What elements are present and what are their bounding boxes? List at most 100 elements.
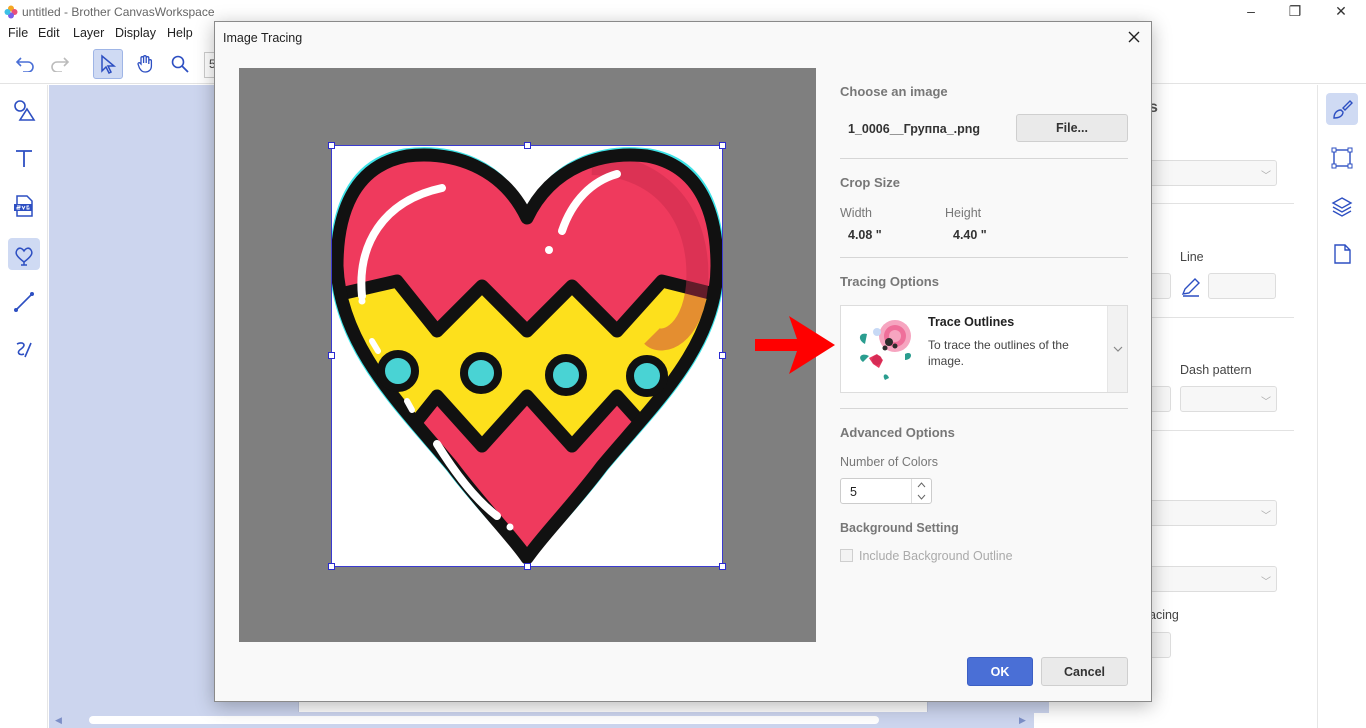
svg-file-icon [14,195,33,217]
pan-tool-button[interactable] [130,49,160,79]
close-icon [1128,31,1140,43]
menu-file[interactable]: File [8,26,28,40]
divider [840,158,1128,159]
divider [840,408,1128,409]
tracing-options-heading: Tracing Options [840,274,939,289]
pointer-icon [101,54,117,74]
transform-icon [1331,147,1353,169]
crop-handle-top-left[interactable] [328,142,335,149]
dash-pattern-label: Dash pattern [1180,363,1252,377]
tab-layers[interactable] [1326,190,1358,222]
menu-help[interactable]: Help [167,26,193,40]
close-window-button[interactable]: ✕ [1318,0,1364,24]
select-tool-button[interactable] [93,49,123,79]
text-tool-button[interactable] [8,142,40,174]
crop-handle-bottom-right[interactable] [719,563,726,570]
scroll-left-icon[interactable]: ◀ [55,715,62,726]
dialog-title: Image Tracing [223,31,303,45]
scroll-thumb[interactable] [89,716,879,724]
crop-handle-bottom-left[interactable] [328,563,335,570]
chevron-down-icon[interactable] [917,494,926,500]
crop-handle-right[interactable] [719,352,726,359]
horizontal-scrollbar[interactable]: ◀ ▶ [49,712,1034,728]
redo-icon [51,57,70,72]
freehand-icon [16,342,32,358]
panel-dropdown-2[interactable] [1149,500,1277,526]
minimize-button[interactable]: – [1228,0,1274,24]
redo-button[interactable] [45,49,75,79]
stepper-arrows[interactable] [911,479,931,503]
hand-icon [137,55,153,73]
file-button[interactable]: File... [1016,114,1128,142]
height-label: Height [945,206,982,220]
shapes-icon [14,100,36,121]
svg-import-button[interactable] [8,190,40,222]
panel-spinner-partial[interactable] [1149,386,1171,412]
number-of-colors-label: Number of Colors [840,455,938,469]
crop-handle-bottom[interactable] [524,563,531,570]
image-tracing-button[interactable] [8,238,40,270]
crop-handle-top-right[interactable] [719,142,726,149]
image-tracing-dialog: Image Tracing Choose an image 1_0006__Гр… [214,21,1152,702]
crop-handle-left[interactable] [328,352,335,359]
tab-transform[interactable] [1326,142,1358,174]
page-icon [1334,244,1351,264]
scroll-right-icon[interactable]: ▶ [1019,715,1026,726]
pen-icon[interactable] [1180,277,1202,297]
search-icon [171,55,189,73]
red-arrow-icon [755,316,835,374]
line-color-field[interactable] [1208,273,1276,299]
number-of-colors-stepper[interactable]: 5 [840,478,932,504]
include-background-checkbox[interactable] [840,549,853,562]
divider [1149,317,1294,318]
heart-image [332,147,722,566]
width-label: Width [840,206,872,220]
restore-button[interactable]: ❐ [1272,0,1318,24]
divider [1149,430,1294,431]
crop-handle-top[interactable] [524,142,531,149]
panel-dropdown-3[interactable] [1149,566,1277,592]
crop-frame[interactable] [328,142,726,570]
menu-edit[interactable]: Edit [38,26,60,40]
paint-brush-icon [1333,100,1353,119]
trace-option-description: To trace the outlines of the image. [928,338,1069,368]
chevron-down-icon: ﹀ [1261,511,1271,522]
panel-field-partial[interactable] [1149,273,1171,299]
line-tool-button[interactable] [8,286,40,318]
tab-line-fill[interactable] [1326,93,1358,125]
number-of-colors-value: 5 [850,485,857,499]
chevron-up-icon[interactable] [917,482,926,488]
spacing-label-partial: acing [1149,608,1179,622]
crop-size-heading: Crop Size [840,175,900,190]
width-value: 4.08 " [848,228,882,242]
zoom-tool-button[interactable] [165,49,195,79]
line-icon [14,292,34,312]
divider [1149,203,1294,204]
spacing-spinner-partial[interactable] [1149,632,1171,658]
text-icon [16,150,32,167]
ok-button[interactable]: OK [967,657,1033,686]
trace-option-title: Trace Outlines [928,315,1015,329]
dialog-close-button[interactable] [1123,26,1145,48]
include-background-label: Include Background Outline [859,549,1013,563]
chevron-down-icon: ﹀ [1261,171,1271,182]
height-value: 4.40 " [953,228,987,242]
chevron-down-icon: ﹀ [1261,397,1271,408]
right-tab-bar [1317,85,1366,728]
menu-layer[interactable]: Layer [73,26,104,40]
left-toolbar [0,85,48,728]
undo-button[interactable] [10,49,40,79]
image-filename: 1_0006__Группа_.png [848,122,981,136]
tab-page[interactable] [1326,238,1358,270]
menu-display[interactable]: Display [115,26,156,40]
tracing-option-dropdown[interactable]: Trace Outlines To trace the outlines of … [840,305,1128,393]
trace-icon [15,247,33,266]
shapes-tool-button[interactable] [8,94,40,126]
cancel-button[interactable]: Cancel [1041,657,1128,686]
app-logo-icon [4,5,18,19]
image-preview-area [239,68,816,642]
freehand-tool-button[interactable] [8,334,40,366]
choose-image-heading: Choose an image [840,84,948,99]
chevron-down-icon[interactable] [1107,306,1127,392]
panel-dropdown-1[interactable] [1149,160,1277,186]
